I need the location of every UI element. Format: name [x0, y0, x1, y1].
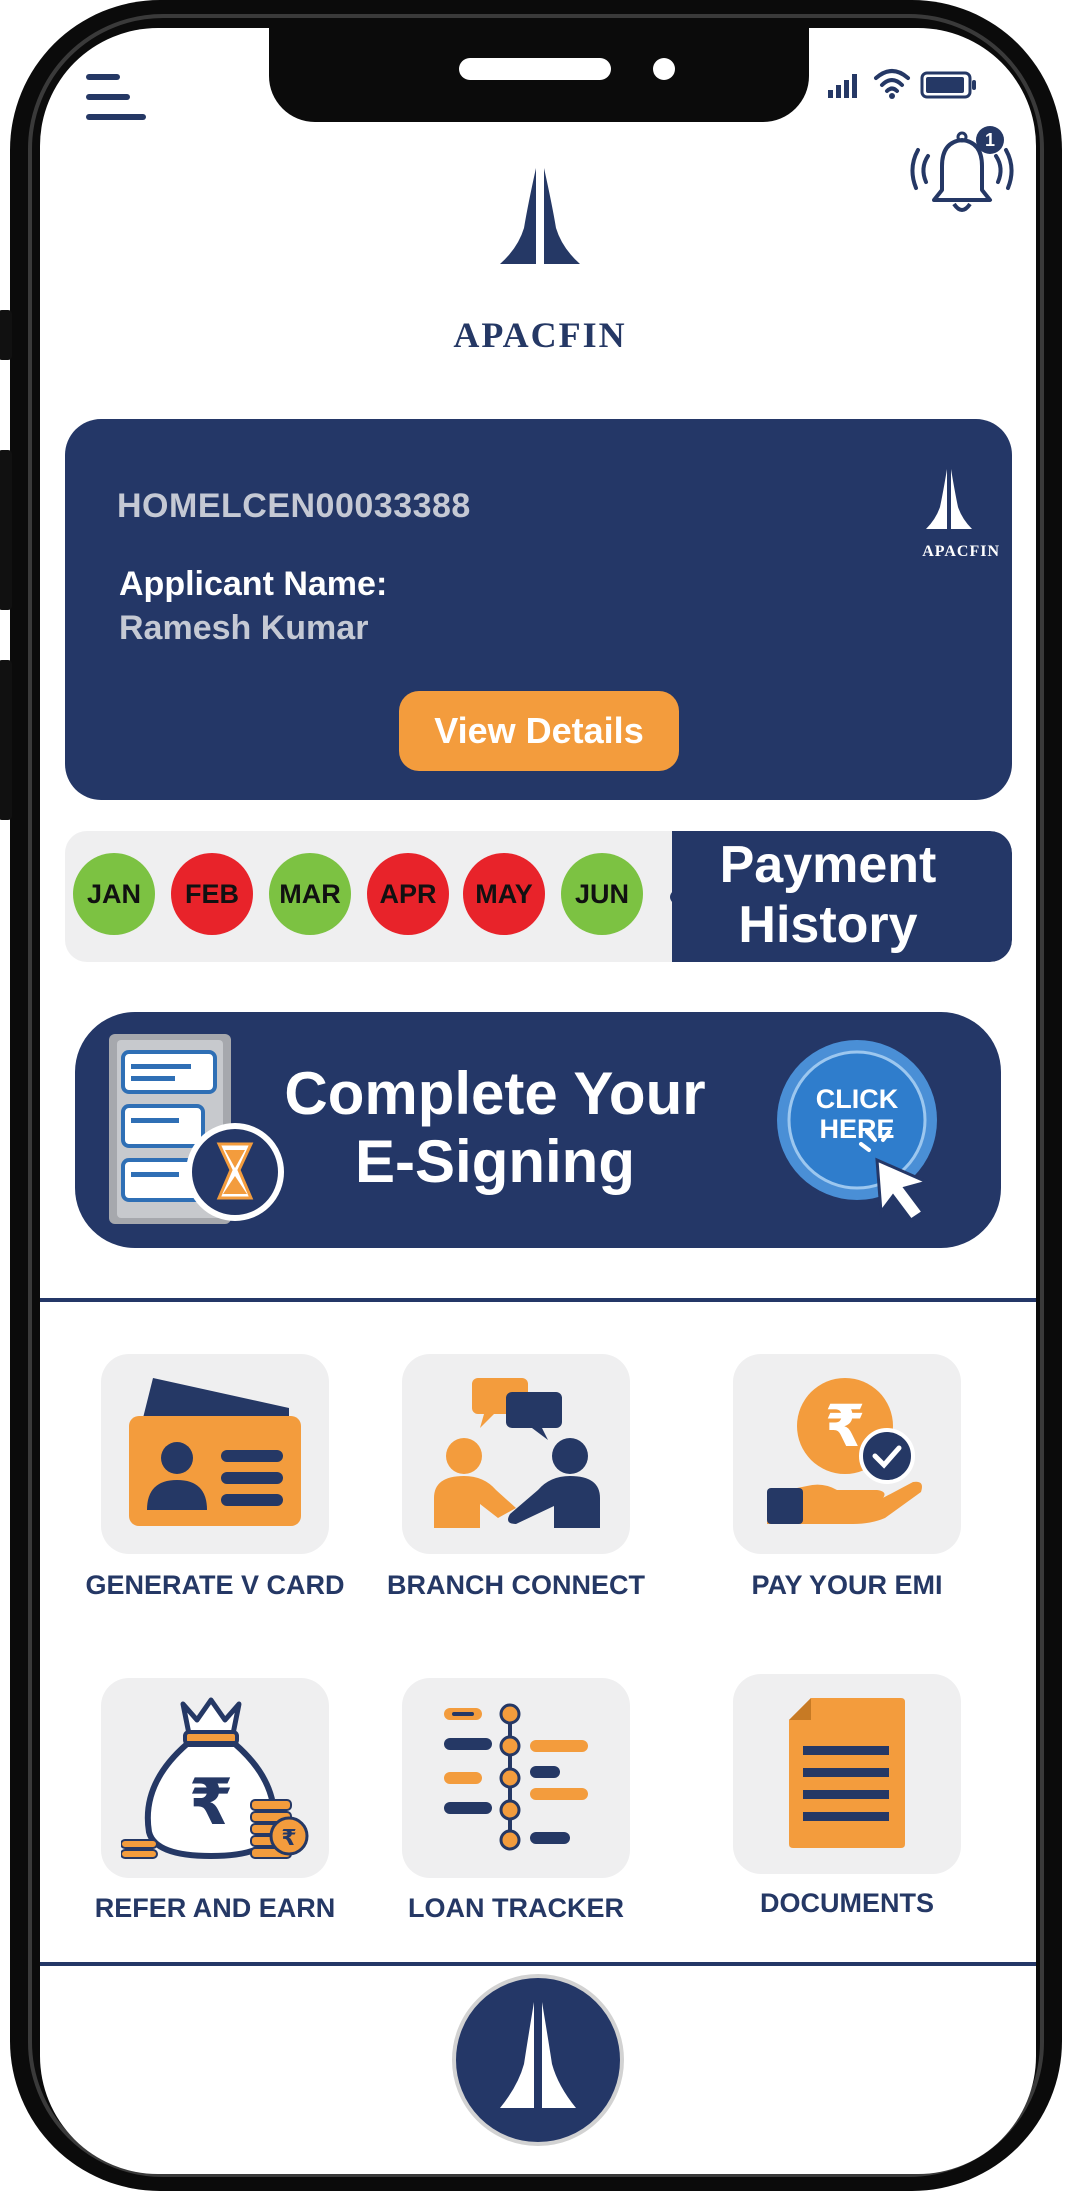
- generate-vcard-label[interactable]: GENERATE V CARD: [45, 1570, 385, 1601]
- phone-volume-up-button: [0, 450, 12, 610]
- phone-side-button: [0, 310, 12, 360]
- section-divider-bottom: [40, 1962, 1036, 1966]
- apacfin-logo: [440, 164, 640, 294]
- id-card-icon: [129, 1378, 301, 1533]
- loan-account-number: HOMELCEN00033388: [117, 487, 471, 525]
- handshake-chat-icon: [430, 1378, 602, 1533]
- payment-history-strip: JAN FEB MAR APR MAY JUN Payment History: [65, 831, 1012, 962]
- section-divider-top: [40, 1298, 1036, 1302]
- month-may-indicator[interactable]: MAY: [463, 853, 545, 935]
- svg-text:₹: ₹: [281, 1826, 296, 1851]
- phone-volume-down-button: [0, 660, 12, 820]
- month-jan-indicator[interactable]: JAN: [73, 853, 155, 935]
- refer-earn-label[interactable]: REFER AND EARN: [45, 1893, 385, 1924]
- front-camera: [653, 58, 675, 80]
- home-nav-button[interactable]: [452, 1974, 624, 2146]
- hamburger-menu-icon[interactable]: [84, 68, 148, 128]
- branch-connect-tile[interactable]: [402, 1354, 630, 1554]
- esign-headline: Complete Your E-Signing: [255, 1060, 735, 1196]
- branch-connect-label[interactable]: BRANCH CONNECT: [346, 1570, 686, 1601]
- notification-count-badge: 1: [976, 126, 1004, 154]
- battery-icon: [920, 70, 978, 100]
- documents-tile[interactable]: [733, 1674, 961, 1874]
- month-apr-indicator[interactable]: APR: [367, 853, 449, 935]
- month-jun-indicator[interactable]: JUN: [561, 853, 643, 935]
- esign-banner[interactable]: Complete Your E-Signing CLICK HERE: [75, 1012, 1001, 1248]
- generate-vcard-tile[interactable]: [101, 1354, 329, 1554]
- documents-label[interactable]: DOCUMENTS: [677, 1888, 1017, 1919]
- pay-emi-tile[interactable]: ₹: [733, 1354, 961, 1554]
- month-mar-indicator[interactable]: MAR: [269, 853, 351, 935]
- brand-wordmark: APACFIN: [453, 315, 627, 355]
- payment-history-title-line1: Payment: [719, 836, 937, 894]
- pay-emi-label[interactable]: PAY YOUR EMI: [677, 1570, 1017, 1601]
- click-here-line2: HERE: [819, 1114, 895, 1144]
- click-here-button[interactable]: CLICK HERE: [777, 1040, 957, 1240]
- rupee-hand-icon: ₹: [767, 1378, 927, 1533]
- signal-bars-icon: [826, 70, 866, 100]
- svg-text:₹: ₹: [189, 1766, 234, 1840]
- money-bag-icon: ₹ ₹: [120, 1694, 317, 1869]
- payment-history-title: Payment History: [678, 835, 978, 955]
- refer-earn-tile[interactable]: ₹ ₹: [101, 1678, 329, 1878]
- loan-summary-card: HOMELCEN00033388 APACFIN Applicant Name:…: [65, 419, 1012, 800]
- tracker-timeline-icon: [444, 1702, 594, 1857]
- loan-tracker-label[interactable]: LOAN TRACKER: [346, 1893, 686, 1924]
- applicant-label: Applicant Name:: [119, 565, 388, 603]
- card-logo-icon: [904, 465, 994, 535]
- esign-headline-line1: Complete Your: [284, 1060, 706, 1127]
- payment-history-tab[interactable]: Payment History: [672, 831, 1012, 962]
- phone-notch: [269, 28, 809, 122]
- document-icon: [789, 1698, 909, 1853]
- card-logo-wordmark: APACFIN: [922, 543, 1000, 560]
- click-here-label: CLICK HERE: [787, 1084, 927, 1144]
- esign-headline-line2: E-Signing: [355, 1128, 635, 1195]
- namaste-logo-icon: [500, 2002, 576, 2108]
- click-here-line1: CLICK: [815, 1084, 899, 1114]
- month-feb-indicator[interactable]: FEB: [171, 853, 253, 935]
- applicant-name: Ramesh Kumar: [119, 609, 369, 647]
- payment-history-title-line2: History: [738, 896, 918, 954]
- wifi-icon: [872, 66, 912, 100]
- svg-text:₹: ₹: [825, 1392, 865, 1460]
- bell-icon[interactable]: 1: [906, 120, 1018, 228]
- view-details-button[interactable]: View Details: [399, 691, 679, 771]
- speaker-grille: [459, 58, 611, 80]
- loan-tracker-tile[interactable]: [402, 1678, 630, 1878]
- app-screen: 1 APACFIN HOMELCEN00033388 APACFIN Appli…: [40, 28, 1036, 2174]
